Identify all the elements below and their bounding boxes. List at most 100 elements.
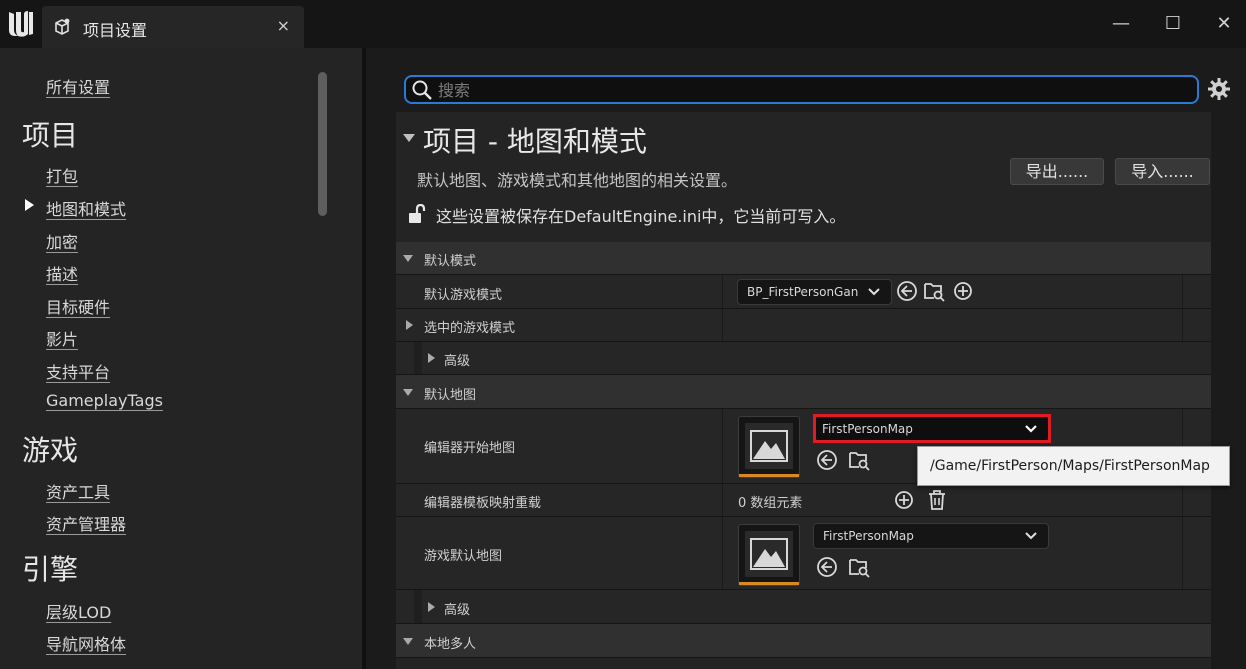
map-thumbnail[interactable] xyxy=(738,524,800,586)
asset-type-bar xyxy=(739,582,799,585)
map-asset-icon xyxy=(745,531,793,577)
add-icon[interactable] xyxy=(952,280,974,302)
minimize-button[interactable]: — xyxy=(1106,10,1136,38)
sidebar-item-description[interactable]: 描述 xyxy=(46,261,78,285)
category-default-maps[interactable]: 默认地图 xyxy=(396,375,1211,409)
property-row-advanced-modes[interactable]: 高级 xyxy=(396,342,1211,375)
trash-icon[interactable] xyxy=(926,489,948,511)
game-default-map-value: FirstPersonMap xyxy=(823,529,914,543)
column-divider xyxy=(722,484,723,516)
sidebar-item-gameplay-tags[interactable]: GameplayTags xyxy=(46,391,163,410)
property-label: 高级 xyxy=(444,603,471,618)
export-button[interactable]: 导出...... xyxy=(1010,158,1104,185)
use-selected-asset-icon[interactable] xyxy=(816,556,838,578)
sidebar-item-target-hardware[interactable]: 目标硬件 xyxy=(46,294,110,318)
title-bar: 项目设置 × — ☐ ✕ xyxy=(0,0,1246,48)
page-description: 默认地图、游戏模式和其他地图的相关设置。 xyxy=(417,171,738,190)
sidebar-heading-game: 游戏 xyxy=(22,434,79,467)
property-row-selected-game-mode[interactable]: 选中的游戏模式 xyxy=(396,309,1211,342)
category-label: 默认地图 xyxy=(424,388,477,403)
column-divider xyxy=(722,517,723,589)
sidebar-item-navmesh[interactable]: 导航网格体 xyxy=(46,631,126,655)
expand-caret-icon xyxy=(403,638,413,645)
page-title: 项目 - 地图和模式 xyxy=(423,125,647,158)
gear-icon[interactable] xyxy=(1207,77,1231,101)
editor-startup-map-value: FirstPersonMap xyxy=(822,422,913,436)
property-label: 编辑器模板映射重载 xyxy=(424,496,542,511)
property-label: 选中的游戏模式 xyxy=(424,321,516,336)
category-default-modes[interactable]: 默认模式 xyxy=(396,242,1211,275)
settings-details-panel: 项目 - 地图和模式 默认地图、游戏模式和其他地图的相关设置。 导出......… xyxy=(366,48,1246,669)
game-mode-dropdown[interactable]: BP_FirstPersonGan xyxy=(737,279,892,305)
property-row-game-default-map: 游戏默认地图 FirstPersonMap xyxy=(396,517,1211,590)
selected-item-arrow-icon xyxy=(25,199,34,211)
browse-asset-icon[interactable] xyxy=(848,449,870,471)
column-divider xyxy=(722,409,723,483)
indent-bar xyxy=(414,590,422,623)
expand-caret-icon xyxy=(428,602,435,612)
asset-type-bar xyxy=(739,474,799,477)
expand-caret-icon xyxy=(428,353,435,363)
unlock-icon xyxy=(409,204,426,223)
tab-label: 项目设置 xyxy=(83,21,148,40)
sidebar-item-all-settings[interactable]: 所有设置 xyxy=(46,74,110,98)
browse-asset-icon[interactable] xyxy=(923,280,945,302)
game-default-map-dropdown[interactable]: FirstPersonMap xyxy=(813,523,1049,549)
map-thumbnail[interactable] xyxy=(738,416,800,478)
sidebar-item-encryption[interactable]: 加密 xyxy=(46,229,78,253)
settings-sidebar: 所有设置 项目 打包 地图和模式 加密 描述 目标硬件 影片 支持平台 Game… xyxy=(0,48,362,669)
close-window-button[interactable]: ✕ xyxy=(1209,10,1239,38)
category-label: 本地多人 xyxy=(424,637,477,652)
expand-caret-icon xyxy=(403,255,413,262)
column-divider xyxy=(722,275,723,308)
column-divider xyxy=(1182,484,1183,516)
use-selected-asset-icon[interactable] xyxy=(816,449,838,471)
property-label: 游戏默认地图 xyxy=(424,549,503,564)
property-row-default-game-mode: 默认游戏模式 BP_FirstPersonGan xyxy=(396,275,1211,309)
sidebar-item-maps-modes[interactable]: 地图和模式 xyxy=(46,196,126,220)
browse-asset-icon[interactable] xyxy=(848,556,870,578)
maximize-button[interactable]: ☐ xyxy=(1158,10,1188,38)
search-box[interactable] xyxy=(404,75,1199,104)
chevron-down-icon xyxy=(868,288,880,296)
game-mode-value: BP_FirstPersonGan xyxy=(747,285,859,299)
sidebar-heading-engine: 引擎 xyxy=(22,553,79,586)
array-count: 0 数组元素 xyxy=(738,496,803,511)
property-label: 编辑器开始地图 xyxy=(424,441,516,456)
chevron-down-icon xyxy=(1025,532,1037,540)
column-divider xyxy=(1182,309,1183,341)
project-settings-icon xyxy=(55,18,70,35)
section-collapse-icon[interactable] xyxy=(403,134,415,142)
sidebar-item-asset-manager[interactable]: 资产管理器 xyxy=(46,511,126,535)
sidebar-heading-project: 项目 xyxy=(22,119,79,152)
sidebar-item-asset-tools[interactable]: 资产工具 xyxy=(46,479,110,503)
expand-caret-icon xyxy=(403,389,413,396)
column-divider xyxy=(1182,517,1183,589)
indent-bar xyxy=(414,342,422,374)
sidebar-item-hlod[interactable]: 层级LOD xyxy=(46,599,111,623)
project-settings-tab[interactable]: 项目设置 × xyxy=(42,6,304,48)
config-status-text: 这些设置被保存在DefaultEngine.ini中，它当前可写入。 xyxy=(436,207,846,226)
map-asset-icon xyxy=(745,423,793,469)
use-selected-asset-icon[interactable] xyxy=(896,280,918,302)
sidebar-item-supported-platforms[interactable]: 支持平台 xyxy=(46,359,110,383)
sidebar-scrollbar[interactable] xyxy=(318,72,327,216)
category-label: 默认模式 xyxy=(424,254,477,269)
category-local-multiplayer[interactable]: 本地多人 xyxy=(396,624,1211,658)
expand-caret-icon xyxy=(406,320,413,330)
property-row-editor-template-map: 编辑器模板映射重载 0 数组元素 xyxy=(396,484,1211,517)
search-icon xyxy=(412,80,432,100)
sidebar-item-movies[interactable]: 影片 xyxy=(46,326,78,350)
unreal-logo-icon[interactable] xyxy=(6,8,36,40)
sidebar-item-packaging[interactable]: 打包 xyxy=(46,163,78,187)
import-button[interactable]: 导入...... xyxy=(1115,158,1210,185)
property-label: 高级 xyxy=(444,354,471,369)
property-row-advanced-maps[interactable]: 高级 xyxy=(396,590,1211,624)
add-element-icon[interactable] xyxy=(893,489,915,511)
editor-startup-map-dropdown[interactable]: FirstPersonMap xyxy=(813,414,1051,443)
tab-close-button[interactable]: × xyxy=(277,16,290,35)
column-divider xyxy=(1182,275,1183,308)
search-input[interactable] xyxy=(438,79,1138,101)
settings-content: 项目 - 地图和模式 默认地图、游戏模式和其他地图的相关设置。 导出......… xyxy=(396,112,1211,669)
asset-path-tooltip: /Game/FirstPerson/Maps/FirstPersonMap xyxy=(917,446,1230,486)
